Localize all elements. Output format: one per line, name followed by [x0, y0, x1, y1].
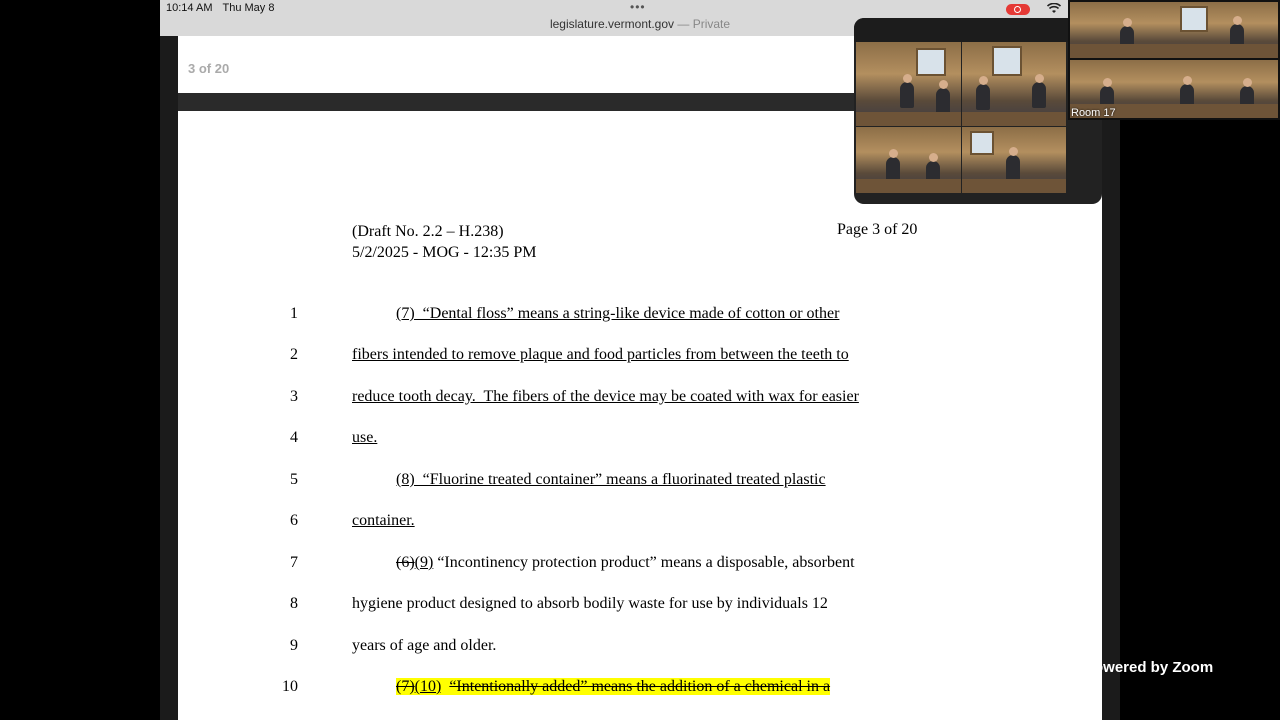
- url-text: legislature.vermont.gov: [549, 17, 675, 31]
- draft-number: (Draft No. 2.2 – H.238): [352, 223, 504, 240]
- video-tile-3[interactable]: [856, 127, 961, 193]
- line-text: years of age and older.: [352, 637, 496, 655]
- video-tile-4[interactable]: [962, 127, 1066, 193]
- line-text: (7)(10) “Intentionally added” means the …: [396, 678, 831, 696]
- clock: 10:14 AM: [166, 2, 213, 14]
- zoom-room-feed[interactable]: [1068, 0, 1280, 120]
- text-run: fibers intended to remove plaque and foo…: [352, 346, 849, 363]
- private-label: — Private: [677, 17, 731, 31]
- document-line: 10 (7)(10) “Intentionally added” means th…: [178, 678, 1102, 702]
- line-number: 10: [282, 678, 298, 695]
- line-text: fibers intended to remove plaque and foo…: [352, 346, 849, 364]
- line-text: use.: [352, 429, 377, 447]
- text-run: (10): [414, 678, 442, 695]
- line-text: (7) “Dental floss” means a string-like d…: [396, 305, 839, 323]
- page-header-right: Page 3 of 20: [837, 221, 918, 238]
- date: Thu May 8: [222, 2, 275, 14]
- line-number: 1: [290, 305, 298, 322]
- document-line: 7 (6)(9) “Incontinency protection product…: [178, 554, 1102, 578]
- gallery-header: [854, 18, 1102, 42]
- powered-by-zoom: Powered by Zoom: [1084, 659, 1214, 676]
- page-indicator: 3 of 20: [188, 61, 230, 76]
- line-number: 2: [290, 346, 298, 363]
- line-number: 3: [290, 388, 298, 405]
- line-number: 9: [290, 637, 298, 654]
- screen-record-icon[interactable]: [1006, 4, 1030, 15]
- status-time: 10:14 AM Thu May 8: [166, 2, 274, 14]
- text-run: (6): [396, 554, 415, 571]
- document-line: 2 fibers intended to remove plaque and fo…: [178, 346, 1102, 370]
- text-run: container.: [352, 512, 415, 529]
- multitasking-dots-icon[interactable]: •••: [630, 0, 646, 14]
- wifi-icon: [1046, 2, 1062, 17]
- text-run: reduce tooth decay. The fibers of the de…: [352, 388, 859, 405]
- text-run: (7): [396, 678, 415, 695]
- text-run: use.: [352, 429, 378, 446]
- room-video-tile-top[interactable]: [1070, 2, 1278, 58]
- text-run: (9): [414, 554, 434, 571]
- document-line: 8 hygiene product designed to absorb bodi…: [178, 595, 1102, 619]
- text-run: (7) “Dental floss” means a string-like d…: [396, 305, 840, 322]
- text-run: “Incontinency protection product” means …: [433, 554, 855, 571]
- page-header-left: (Draft No. 2.2 – H.238) 5/2/2025 - MOG -…: [352, 221, 536, 263]
- line-number: 6: [290, 512, 298, 529]
- text-run: (8) “Fluorine treated container” means a…: [396, 471, 826, 488]
- document-line: 6 container.: [178, 512, 1102, 536]
- text-run: “Intentionally added” means the addition…: [449, 678, 831, 695]
- draft-date: 5/2/2025 - MOG - 12:35 PM: [352, 244, 537, 261]
- line-text: hygiene product designed to absorb bodil…: [352, 595, 828, 613]
- document-line: 9 years of age and older.: [178, 637, 1102, 661]
- line-text: (8) “Fluorine treated container” means a…: [396, 471, 826, 489]
- room-label: Room 17: [1071, 107, 1116, 119]
- line-text: (6)(9) “Incontinency protection product”…: [396, 554, 855, 572]
- line-text: reduce tooth decay. The fibers of the de…: [352, 388, 859, 406]
- document-line: 3 reduce tooth decay. The fibers of the d…: [178, 388, 1102, 412]
- document-line: 4 use.: [178, 429, 1102, 453]
- text-run: years of age and older.: [352, 637, 497, 654]
- line-text: container.: [352, 512, 415, 530]
- line-number: 5: [290, 471, 298, 488]
- video-tile-1[interactable]: [856, 42, 961, 126]
- line-number: 4: [290, 429, 298, 446]
- document-line: 1 (7) “Dental floss” means a string-like …: [178, 305, 1102, 329]
- video-tile-2[interactable]: [962, 42, 1066, 126]
- line-number: 8: [290, 595, 298, 612]
- text-run: hygiene product designed to absorb bodil…: [352, 595, 828, 612]
- line-number: 7: [290, 554, 298, 571]
- document-line: 5 (8) “Fluorine treated container” means …: [178, 471, 1102, 495]
- zoom-gallery[interactable]: [854, 18, 1102, 204]
